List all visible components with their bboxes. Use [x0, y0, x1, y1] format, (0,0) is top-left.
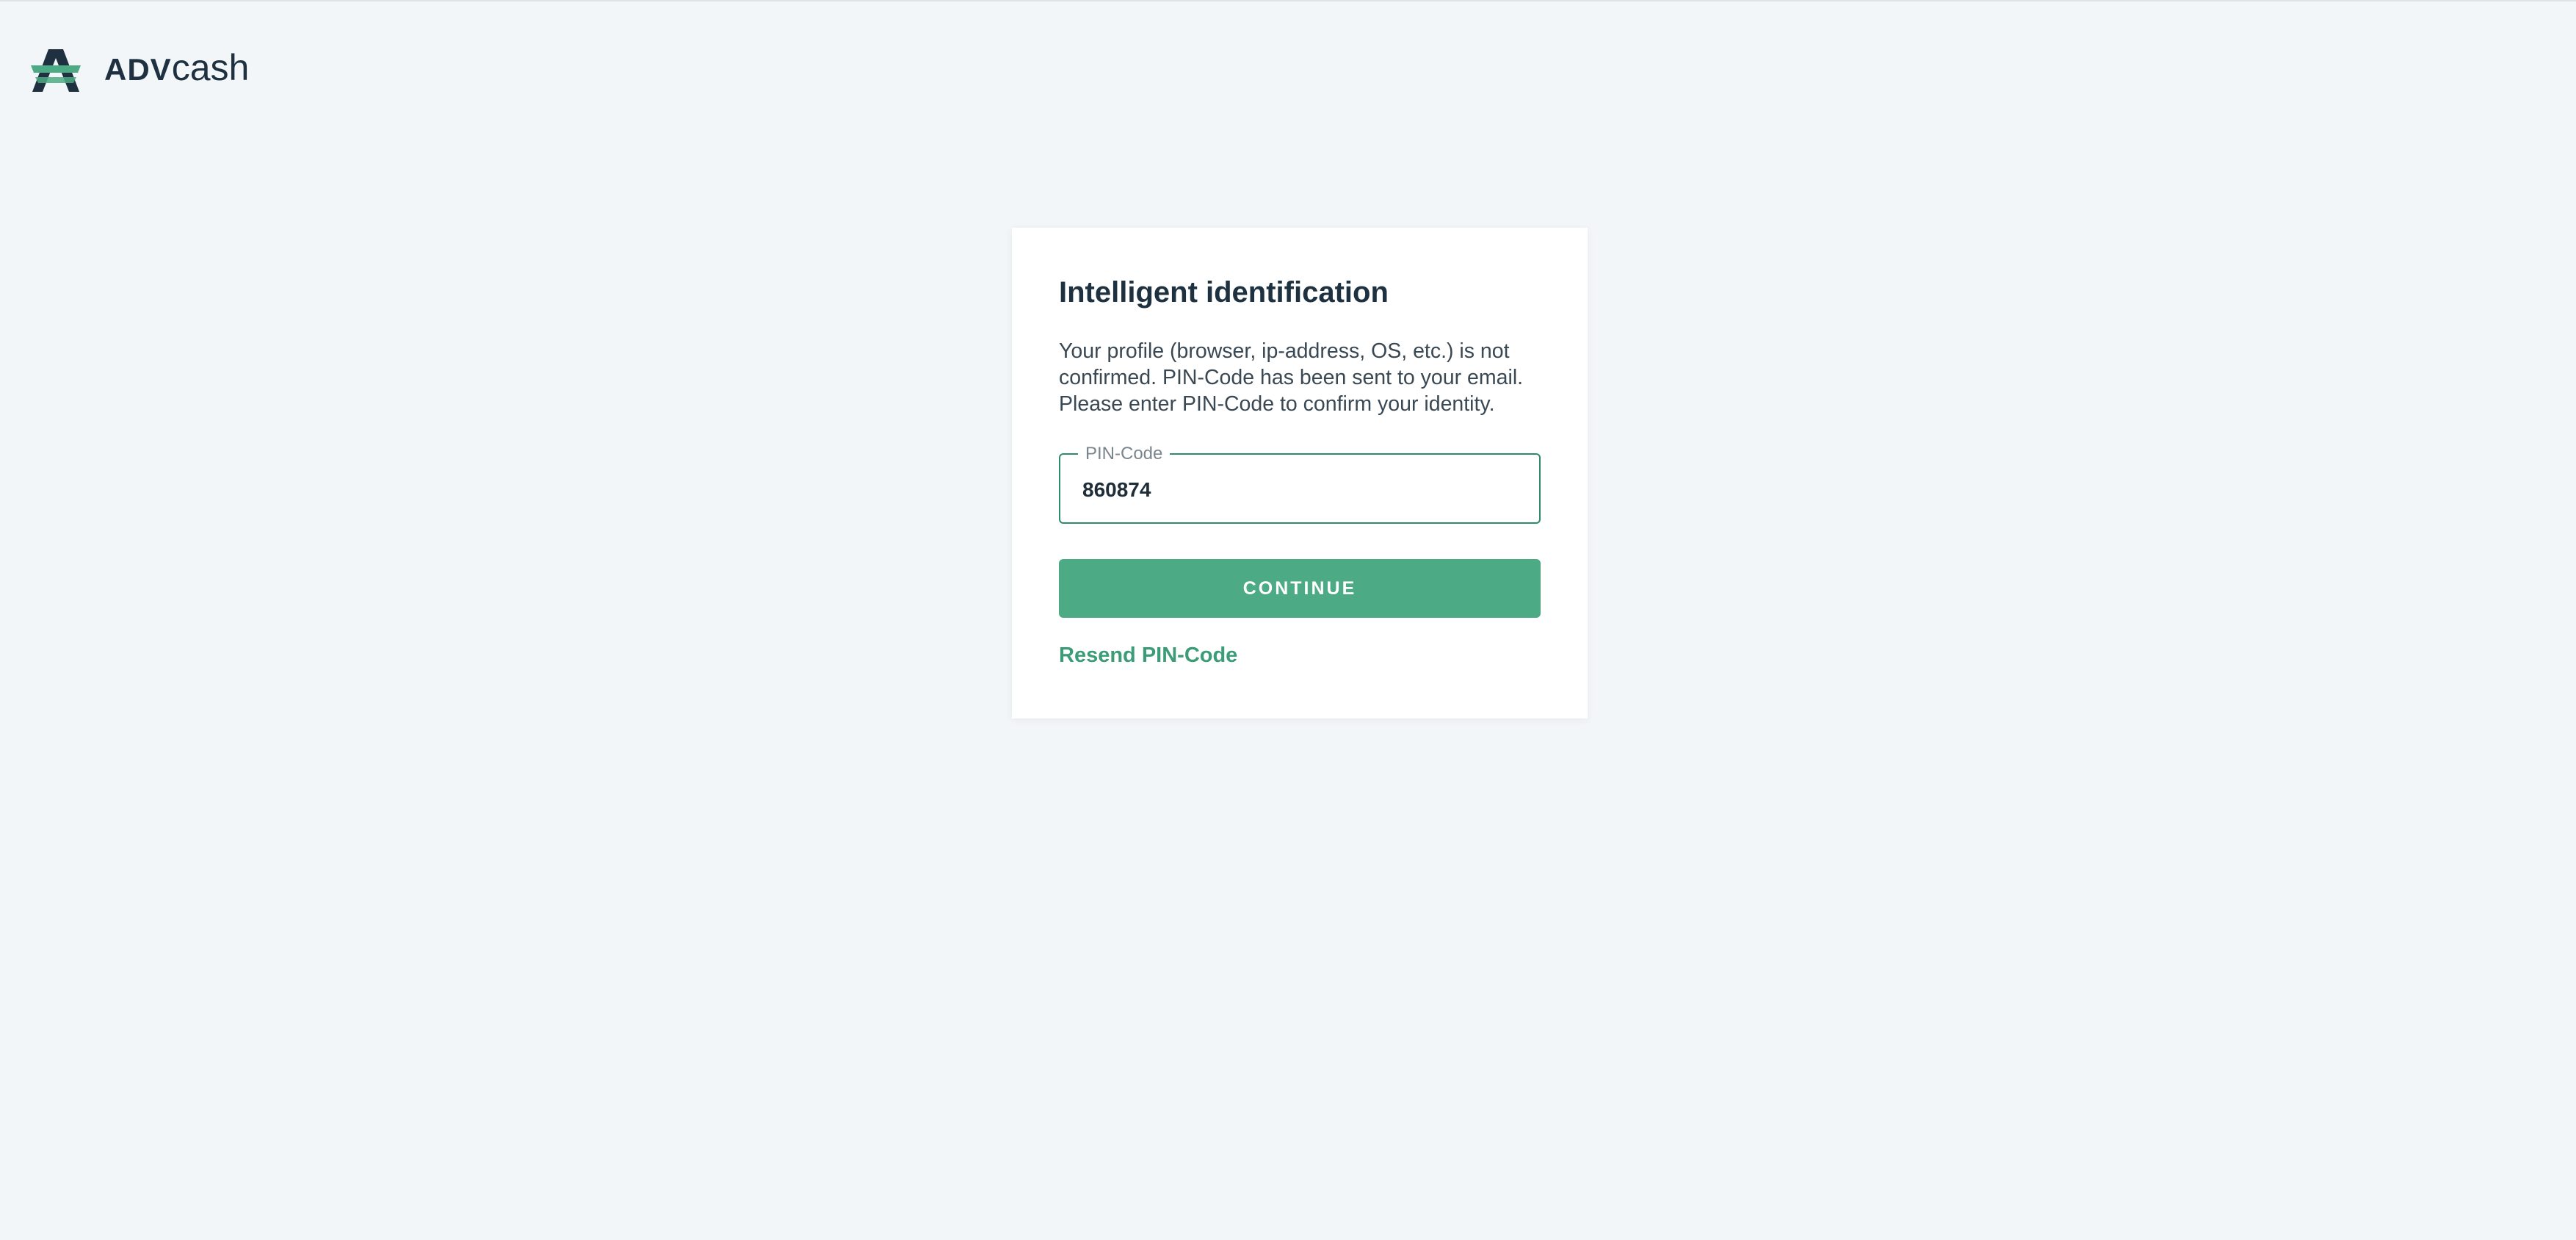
card-title: Intelligent identification [1059, 276, 1389, 309]
pin-code-label: PIN-Code [1078, 443, 1171, 465]
pin-code-field[interactable]: PIN-Code [1059, 443, 1541, 524]
card-description: Your profile (browser, ip-address, OS, e… [1059, 339, 1524, 416]
advcash-logo-icon [31, 49, 81, 92]
brand-name: ADVcash [104, 49, 249, 86]
identification-card: Intelligent identification Your profile … [1012, 228, 1588, 718]
continue-button[interactable]: CONTINUE [1059, 559, 1541, 618]
resend-pin-link[interactable]: Resend PIN-Code [1059, 641, 1237, 670]
top-border [0, 0, 2576, 1]
brand-logo[interactable]: ADVcash [31, 47, 249, 94]
brand-name-bold: ADV [104, 52, 172, 87]
brand-name-light: cash [171, 47, 250, 88]
pin-code-input[interactable] [1082, 475, 1508, 505]
